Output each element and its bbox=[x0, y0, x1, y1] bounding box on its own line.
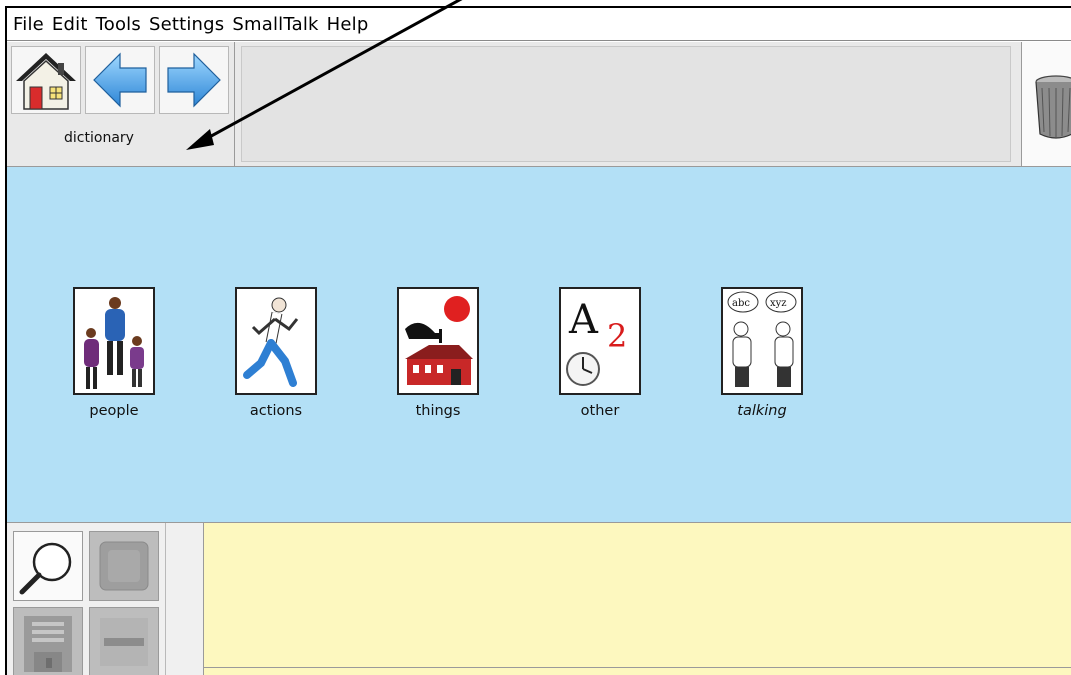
runner-icon bbox=[235, 287, 317, 395]
message-area-divider bbox=[204, 667, 1071, 668]
breadcrumb-strip bbox=[241, 46, 1011, 162]
conversation-icon: abc xyz bbox=[721, 287, 803, 395]
tile-label: actions bbox=[249, 403, 303, 419]
people-icon bbox=[73, 287, 155, 395]
tools-panel bbox=[7, 523, 204, 675]
blank-square-icon bbox=[99, 541, 149, 591]
menu-bar: File Edit Tools Settings SmallTalk Help bbox=[7, 8, 1071, 41]
menu-smalltalk[interactable]: SmallTalk bbox=[232, 14, 318, 35]
home-button[interactable] bbox=[11, 46, 81, 114]
message-area[interactable] bbox=[204, 523, 1071, 675]
tile-label: talking bbox=[737, 403, 787, 419]
magnifier-icon bbox=[19, 542, 72, 595]
minus-icon bbox=[100, 618, 148, 666]
app-window: File Edit Tools Settings SmallTalk Help bbox=[5, 6, 1071, 675]
menu-help[interactable]: Help bbox=[327, 14, 369, 35]
floppy-disk-icon bbox=[24, 616, 72, 672]
menu-tools[interactable]: Tools bbox=[96, 14, 141, 35]
menu-edit[interactable]: Edit bbox=[52, 14, 88, 35]
house-icon bbox=[16, 53, 76, 110]
trash-button[interactable] bbox=[1021, 42, 1071, 166]
svg-text:abc: abc bbox=[732, 298, 750, 309]
blank-button[interactable] bbox=[89, 531, 159, 601]
minus-button[interactable] bbox=[89, 607, 159, 675]
svg-text:xyz: xyz bbox=[770, 298, 787, 309]
back-button[interactable] bbox=[85, 46, 155, 114]
tools-divider bbox=[165, 523, 166, 675]
tile-label: other bbox=[580, 403, 620, 419]
search-button[interactable] bbox=[13, 531, 83, 601]
svg-text:A: A bbox=[568, 297, 599, 343]
trash-can-icon bbox=[1035, 75, 1071, 139]
navigation-panel: dictionary bbox=[7, 42, 235, 166]
svg-text:2: 2 bbox=[607, 317, 627, 355]
tile-talking[interactable]: abc xyz talking bbox=[702, 287, 822, 419]
forward-button[interactable] bbox=[159, 46, 229, 114]
tile-people[interactable]: people bbox=[54, 287, 174, 419]
objects-icon bbox=[397, 287, 479, 395]
symbol-board: people actions things A 2 other abc xyz … bbox=[7, 167, 1071, 523]
save-button[interactable] bbox=[13, 607, 83, 675]
toolbar: dictionary bbox=[7, 42, 1071, 167]
arrow-right-icon bbox=[167, 52, 221, 108]
bottom-area bbox=[7, 523, 1071, 675]
tile-label: people bbox=[89, 403, 139, 419]
arrow-left-icon bbox=[93, 52, 147, 108]
tile-other[interactable]: A 2 other bbox=[540, 287, 660, 419]
tile-things[interactable]: things bbox=[378, 287, 498, 419]
menu-settings[interactable]: Settings bbox=[149, 14, 224, 35]
menu-file[interactable]: File bbox=[13, 14, 44, 35]
letters-clock-icon: A 2 bbox=[559, 287, 641, 395]
breadcrumb-label: dictionary bbox=[64, 130, 134, 146]
tile-actions[interactable]: actions bbox=[216, 287, 336, 419]
tile-label: things bbox=[415, 403, 461, 419]
